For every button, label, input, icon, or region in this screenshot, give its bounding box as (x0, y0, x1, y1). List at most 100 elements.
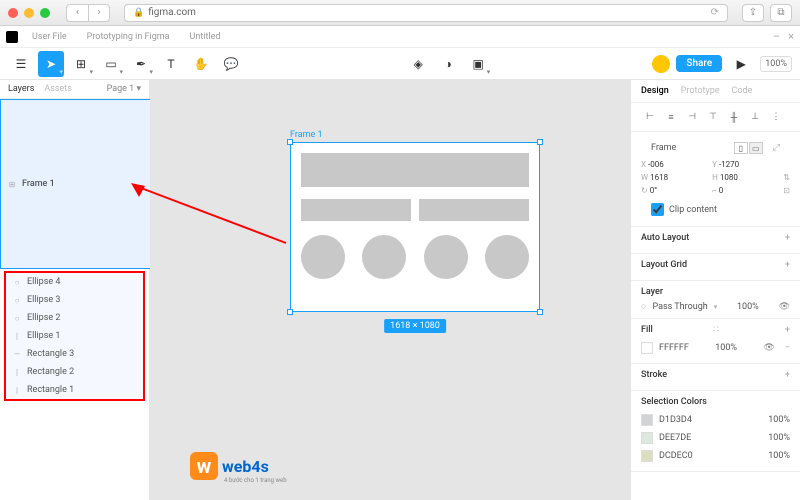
canvas-ellipse[interactable] (301, 235, 345, 279)
sel-color-swatch[interactable] (641, 414, 653, 426)
forward-button[interactable]: › (88, 4, 110, 22)
clip-content-checkbox[interactable] (651, 203, 664, 216)
visibility-icon[interactable]: 👁 (779, 302, 790, 312)
fill-style-icon[interactable]: ∷ (713, 325, 719, 335)
address-bar[interactable]: 🔒 figma.com ⟳ (124, 4, 728, 22)
frame-type-label[interactable]: Frame (651, 143, 728, 153)
h-input[interactable]: 1080 (720, 173, 738, 182)
component-tool[interactable]: ◈ (405, 51, 431, 77)
selected-frame[interactable]: 1618 × 1080 (290, 142, 540, 312)
page-selector[interactable]: Page 1 ▾ (107, 84, 141, 94)
hand-tool[interactable]: ✋ (188, 51, 214, 77)
brand-name: web4s (222, 457, 269, 476)
move-tool[interactable]: ➤▾ (38, 51, 64, 77)
figma-logo[interactable] (6, 31, 18, 43)
fill-visibility-icon[interactable]: 👁 (763, 343, 774, 353)
share-button[interactable]: Share (676, 55, 722, 72)
y-input[interactable]: -1270 (719, 160, 739, 169)
canvas-rect[interactable] (301, 199, 411, 221)
shape-tool[interactable]: ▭▾ (98, 51, 124, 77)
tab-design[interactable]: Design (641, 86, 669, 96)
tab-prototype[interactable]: Prototype (681, 86, 720, 96)
x-input[interactable]: -006 (648, 160, 664, 169)
text-tool[interactable]: T (158, 51, 184, 77)
resize-handle[interactable] (287, 139, 293, 145)
align-right[interactable]: ⊣ (683, 109, 701, 125)
w-input[interactable]: 1618 (650, 173, 668, 182)
minimize-window-icon[interactable] (24, 8, 34, 18)
blend-mode[interactable]: Pass Through (652, 302, 707, 312)
add-stroke[interactable]: + (785, 370, 790, 380)
resize-fit[interactable]: ⤢ (773, 143, 780, 153)
frame-title[interactable]: Frame 1 (290, 130, 540, 140)
corner-input[interactable]: 0 (719, 186, 724, 195)
add-auto-layout[interactable]: + (785, 233, 790, 243)
align-left[interactable]: ⊢ (641, 109, 659, 125)
tabs-icon[interactable]: ⧉ (770, 4, 792, 22)
back-button[interactable]: ‹ (66, 4, 88, 22)
layer-item[interactable]: —Rectangle 3 (6, 345, 143, 363)
resize-handle[interactable] (537, 139, 543, 145)
canvas-ellipse[interactable] (485, 235, 529, 279)
rectangle-icon: | (12, 368, 22, 377)
canvas-ellipse[interactable] (424, 235, 468, 279)
sel-color-swatch[interactable] (641, 432, 653, 444)
tab-layers[interactable]: Layers (8, 84, 34, 94)
file-tab-2[interactable]: Prototyping in Figma (81, 32, 176, 42)
align-top[interactable]: ⊤ (704, 109, 722, 125)
present-button[interactable]: ▶ (728, 51, 754, 77)
window-traffic-lights[interactable] (8, 8, 50, 18)
maximize-window-icon[interactable] (40, 8, 50, 18)
layer-opacity[interactable]: 100% (737, 302, 759, 312)
refresh-icon[interactable]: ⟳ (711, 7, 719, 18)
mask-tool[interactable]: ◑ (435, 51, 461, 77)
layer-item[interactable]: ○Ellipse 4 (6, 273, 143, 291)
layer-item[interactable]: |Rectangle 2 (6, 363, 143, 381)
add-layout-grid[interactable]: + (785, 260, 790, 270)
pen-tool[interactable]: ✒▾ (128, 51, 154, 77)
share-icon[interactable]: ⇪ (742, 4, 764, 22)
file-tab-3[interactable]: Untitled (184, 32, 227, 42)
align-vcenter[interactable]: ╫ (725, 109, 743, 125)
user-avatar[interactable] (652, 55, 670, 73)
layer-item[interactable]: |Ellipse 1 (6, 327, 143, 345)
lock-icon: 🔒 (133, 8, 144, 18)
frame-tool[interactable]: ⊞▾ (68, 51, 94, 77)
ellipse-icon: ○ (12, 314, 22, 323)
fill-opacity[interactable]: 100% (715, 343, 737, 353)
rotation-input[interactable]: 0° (650, 186, 657, 195)
fill-swatch[interactable] (641, 342, 653, 354)
tab-assets[interactable]: Assets (44, 84, 72, 94)
layer-item[interactable]: ○Ellipse 2 (6, 309, 143, 327)
rectangle-icon: | (12, 386, 22, 395)
resize-handle[interactable] (287, 309, 293, 315)
layer-item[interactable]: ○Ellipse 3 (6, 291, 143, 309)
tab-code[interactable]: Code (732, 86, 753, 96)
sel-color-swatch[interactable] (641, 450, 653, 462)
layers-panel: Layers Assets Page 1 ▾ ⊞ Frame 1 ○Ellips… (0, 80, 150, 500)
file-tab-1[interactable]: User File (26, 32, 73, 42)
window-close[interactable]: × (788, 30, 794, 43)
zoom-level[interactable]: 100% (760, 56, 792, 72)
orientation-toggle[interactable]: ▯▭ (734, 142, 763, 154)
layer-item[interactable]: |Rectangle 1 (6, 381, 143, 399)
constrain-icon[interactable]: ⇅ (783, 173, 790, 182)
canvas[interactable]: Frame 1 (150, 80, 630, 500)
align-bottom[interactable]: ⊥ (746, 109, 764, 125)
resize-handle[interactable] (537, 309, 543, 315)
canvas-rect[interactable] (301, 153, 529, 187)
remove-fill[interactable]: − (785, 343, 790, 353)
dimension-badge: 1618 × 1080 (384, 319, 446, 333)
menu-button[interactable]: ☰ (8, 51, 34, 77)
distribute[interactable]: ⋮ (767, 109, 785, 125)
corner-detail-icon[interactable]: ⊡ (783, 186, 790, 195)
canvas-rect[interactable] (419, 199, 529, 221)
align-hcenter[interactable]: ≡ (662, 109, 680, 125)
fill-hex[interactable]: FFFFFF (659, 343, 689, 353)
canvas-ellipse[interactable] (362, 235, 406, 279)
add-fill[interactable]: + (785, 325, 790, 335)
window-minimize[interactable]: – (773, 30, 780, 43)
comment-tool[interactable]: 💬 (218, 51, 244, 77)
boolean-tool[interactable]: ▣▾ (465, 51, 491, 77)
close-window-icon[interactable] (8, 8, 18, 18)
